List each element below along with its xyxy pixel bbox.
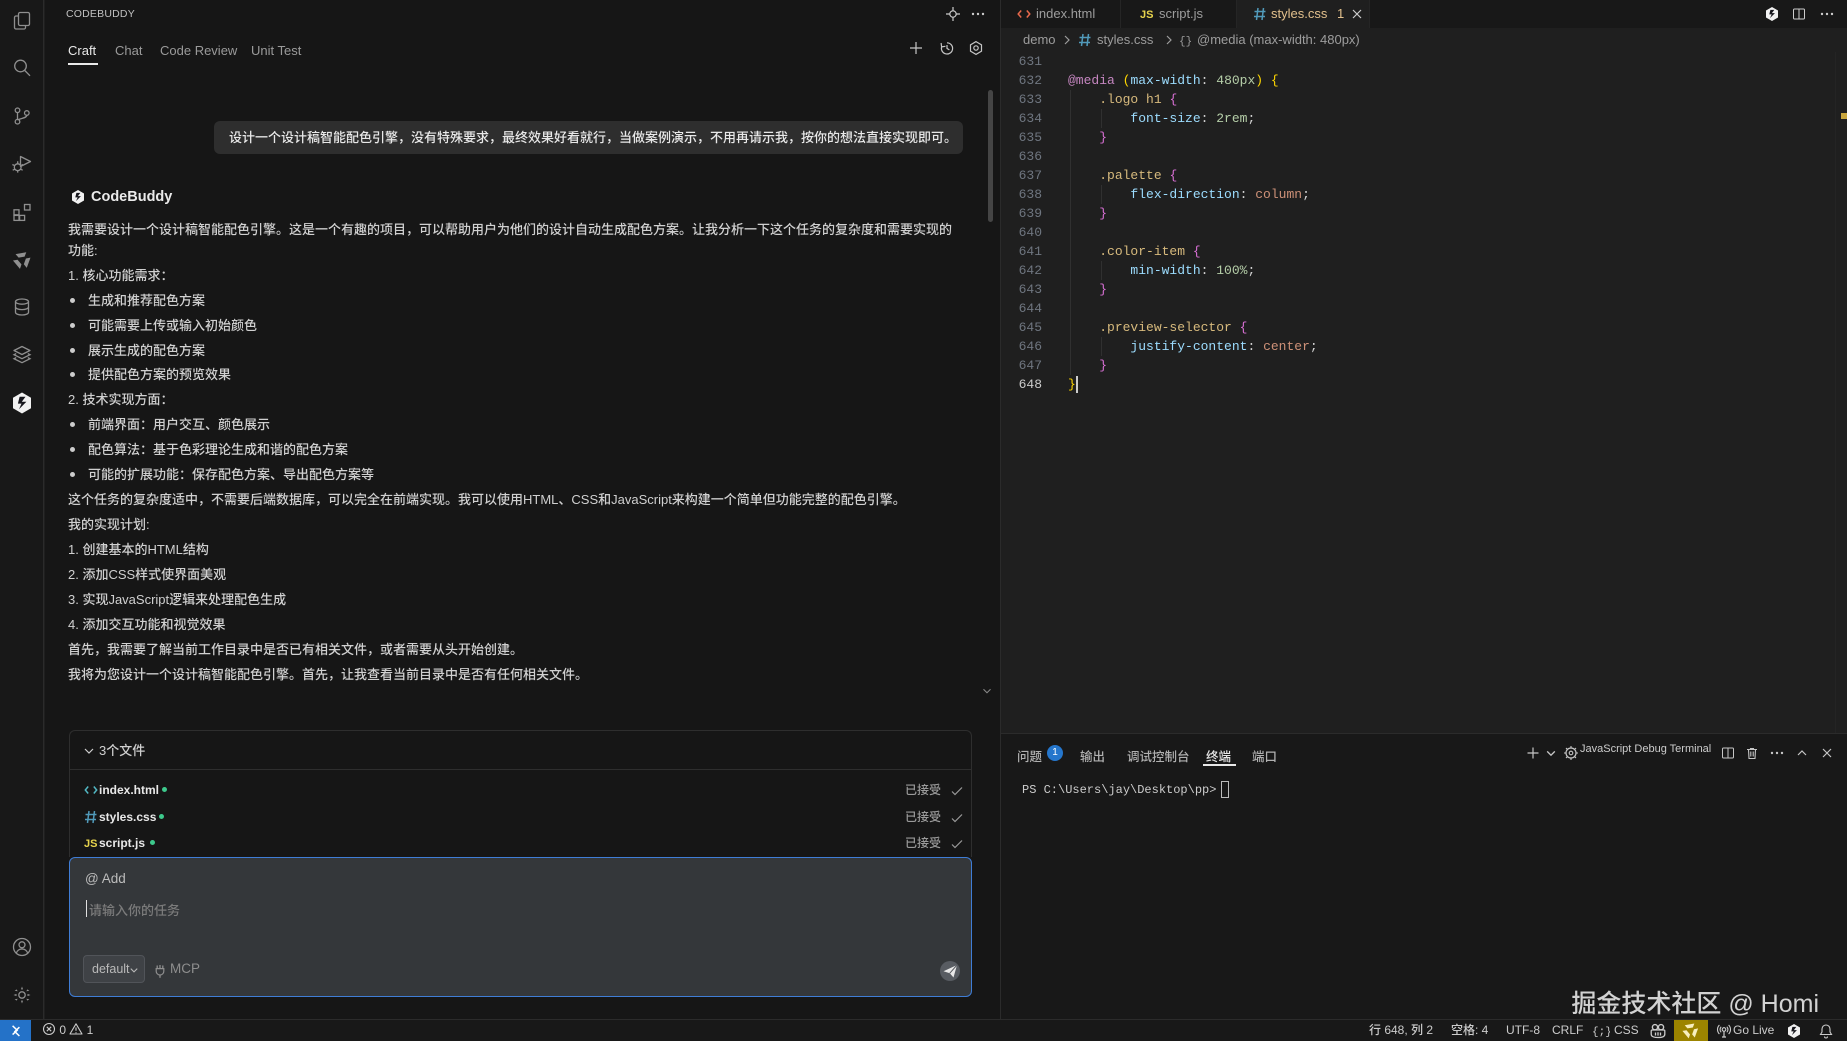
svg-text:{}: {} (1179, 36, 1192, 48)
svg-text:{;}: {;} (1592, 1027, 1610, 1039)
svg-text:JS: JS (84, 838, 97, 850)
svg-text:JS: JS (1140, 9, 1153, 21)
